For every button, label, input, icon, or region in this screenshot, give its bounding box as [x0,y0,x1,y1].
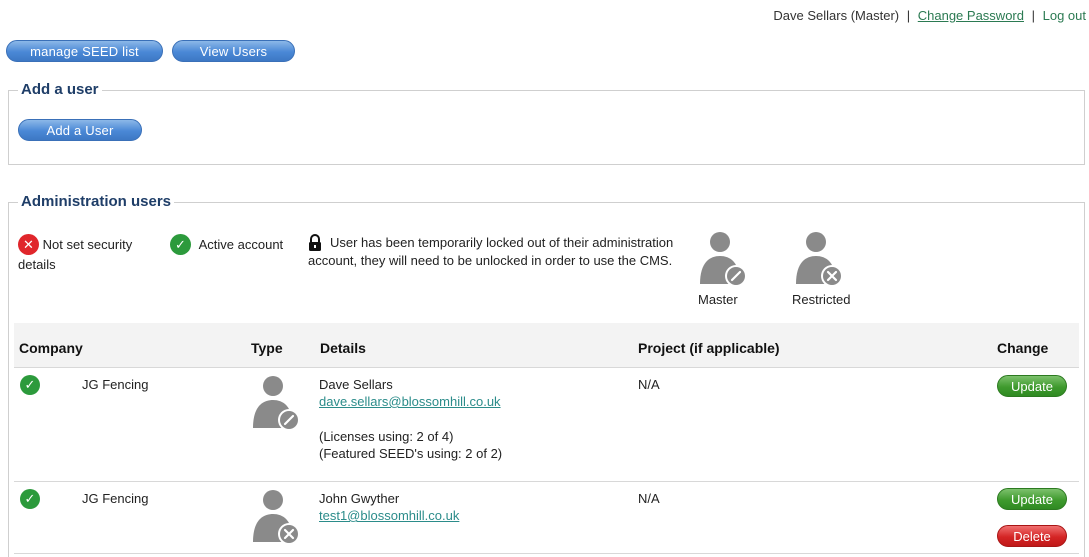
administration-users-heading: Administration users [18,193,175,210]
row-details: Dave Sellars dave.sellars@blossomhill.co… [319,376,502,462]
column-company: Company [19,340,83,356]
users-table-header: Company Type Details Project (if applica… [14,323,1079,368]
row-company: JG Fencing [82,491,149,506]
check-circle-icon: ✓ [20,375,40,395]
column-details: Details [320,340,366,356]
row-details: John Gwyther test1@blossomhill.co.uk [319,490,459,524]
add-user-button[interactable]: Add a User [18,119,142,141]
user-x-icon [796,232,843,287]
featured-usage: (Featured SEED's using: 2 of 2) [319,446,503,461]
change-password-link[interactable]: Change Password [918,8,1024,23]
add-user-heading: Add a user [18,81,102,98]
account-bar: Dave Sellars (Master) | Change Password … [773,8,1086,23]
licenses-usage: (Licenses using: 2 of 4) [319,429,454,444]
row-company: JG Fencing [82,377,149,392]
user-name: John Gwyther [319,491,400,506]
key-restricted-label: Restricted [792,292,851,307]
view-users-button[interactable]: View Users [172,40,295,62]
update-button[interactable]: Update [997,375,1067,397]
user-name: Dave Sellars [319,377,393,392]
check-circle-icon: ✓ [170,234,191,255]
key-active: ✓ Active account [170,234,300,255]
user-email-link[interactable]: test1@blossomhill.co.uk [319,508,459,523]
column-type: Type [251,340,283,356]
update-button[interactable]: Update [997,488,1067,510]
separator: | [1031,8,1035,23]
user-x-icon [253,490,300,545]
user-edit-icon [253,376,300,431]
key-locked-label: User has been temporarily locked out of … [308,235,674,268]
padlock-icon [308,234,322,252]
key-restricted: Restricted [790,230,860,310]
add-user-section [8,90,1085,165]
table-row: ✓ JG Fencing John Gwyther test1@blossomh… [14,482,1079,554]
x-circle-icon: ✕ [18,234,39,255]
logout-link[interactable]: Log out [1043,8,1086,23]
delete-button[interactable]: Delete [997,525,1067,547]
separator: | [906,8,911,23]
row-project: N/A [638,377,660,392]
key-master-label: Master [698,292,738,307]
user-edit-icon [700,232,747,287]
user-email-link[interactable]: dave.sellars@blossomhill.co.uk [319,394,501,409]
table-row: ✓ JG Fencing Dave Sellars dave.sellars@b… [14,368,1079,482]
key-active-label: Active account [198,237,284,252]
column-change: Change [997,340,1049,356]
column-project: Project (if applicable) [638,340,780,356]
manage-seed-list-button[interactable]: manage SEED list [6,40,163,62]
current-user-label: Dave Sellars (Master) [773,8,900,23]
key-master: Master [696,230,752,310]
key-not-set: ✕ Not set security details [18,234,158,273]
check-circle-icon: ✓ [20,489,40,509]
key-locked: User has been temporarily locked out of … [308,234,688,269]
row-project: N/A [638,491,660,506]
